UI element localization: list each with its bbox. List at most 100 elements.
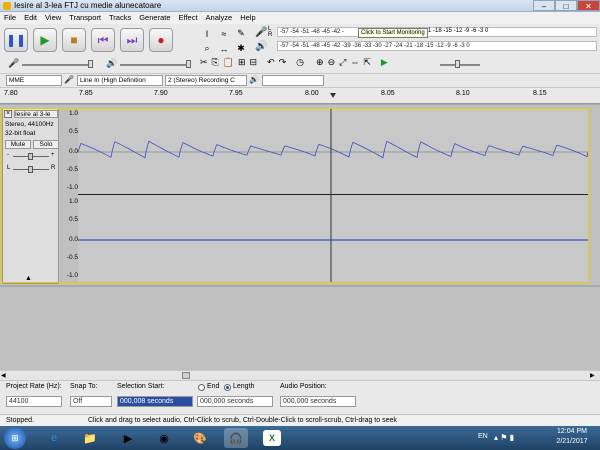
zoom-in-icon[interactable]: ⊕: [316, 57, 324, 68]
selection-start-field[interactable]: 000,008 seconds: [117, 396, 193, 407]
selection-toolbar: Project Rate (Hz): 44100 Snap To: Off Se…: [0, 380, 600, 414]
monitor-hint[interactable]: Click to Start Monitoring: [358, 28, 428, 38]
sync-lock-icon[interactable]: ◷: [296, 57, 304, 68]
paste-icon[interactable]: 📋: [223, 57, 234, 68]
timeshift-tool-icon[interactable]: ↔: [217, 42, 231, 55]
horizontal-scrollbar[interactable]: ◀ ▶: [0, 370, 600, 380]
menu-edit[interactable]: Edit: [20, 12, 41, 22]
solo-button[interactable]: Solo: [33, 140, 59, 149]
selection-length-field[interactable]: 000,000 seconds: [197, 396, 273, 407]
zoom-toggle-icon[interactable]: ⇱: [363, 57, 371, 68]
length-radio[interactable]: [224, 384, 231, 391]
pause-button[interactable]: ❚❚: [4, 28, 28, 52]
window-title: Iesire al 3-lea FTJ cu medie alunecatoar…: [14, 1, 162, 10]
audio-host-select[interactable]: MME: [6, 75, 62, 86]
microphone-icon[interactable]: 🎤: [255, 27, 267, 38]
ruler-tick-label: 8.10: [456, 90, 470, 97]
scroll-right-icon[interactable]: ▶: [590, 372, 595, 379]
output-device-select[interactable]: [262, 75, 324, 86]
paint-icon[interactable]: 🎨: [188, 428, 212, 448]
scroll-left-icon[interactable]: ◀: [1, 372, 6, 379]
fit-project-icon[interactable]: ⇔: [350, 57, 359, 68]
track-separator: [0, 285, 600, 287]
skip-start-button[interactable]: ⏮: [91, 28, 115, 52]
menu-help[interactable]: Help: [236, 12, 259, 22]
menu-transport[interactable]: Transport: [65, 12, 105, 22]
speaker-icon[interactable]: 🔊: [255, 41, 267, 52]
playback-speed-thumb[interactable]: [455, 60, 460, 68]
record-button[interactable]: ●: [149, 28, 173, 52]
trim-icon[interactable]: ⊞: [238, 57, 246, 68]
menu-view[interactable]: View: [41, 12, 65, 22]
media-player-icon[interactable]: ▶: [116, 428, 140, 448]
axis-bottom-label: 0.5: [68, 216, 78, 223]
end-radio[interactable]: [198, 384, 205, 391]
minimize-button[interactable]: –: [533, 0, 555, 11]
clock-date[interactable]: 2/21/2017: [552, 438, 592, 445]
input-channels-select[interactable]: 2 (Stereo) Recording C: [165, 75, 247, 86]
playback-speed-slider[interactable]: [440, 64, 480, 66]
close-button[interactable]: ✕: [577, 0, 600, 11]
tray-icons[interactable]: ▴ ⚑ ▮: [494, 433, 514, 442]
playback-meter[interactable]: -57 -54 -51 -48 -45 -42 -39 -36 -33 -30 …: [277, 41, 597, 51]
pan-slider-thumb[interactable]: [28, 166, 33, 173]
maximize-button[interactable]: □: [555, 0, 577, 11]
start-button[interactable]: ⊞: [4, 427, 26, 449]
zoom-tool-icon[interactable]: ⌕: [200, 42, 214, 55]
output-volume-slider[interactable]: [120, 64, 190, 66]
clock-time[interactable]: 12:04 PM: [552, 428, 592, 435]
excel-icon[interactable]: X: [263, 430, 281, 446]
internet-explorer-icon[interactable]: e: [42, 428, 66, 448]
playhead-marker[interactable]: [330, 93, 336, 98]
collapse-track-icon[interactable]: ▲: [25, 275, 32, 282]
gain-slider-thumb[interactable]: [28, 153, 33, 160]
windows-taskbar: ⊞ e 📁 ▶ ◉ 🎨 🎧 X EN ▴ ⚑ ▮ 12:04 PM 2/21/2…: [0, 426, 600, 450]
draw-tool-icon[interactable]: ✎: [234, 27, 248, 40]
waveform-svg: [77, 108, 589, 282]
scrollbar-thumb[interactable]: [182, 372, 190, 379]
project-rate-select[interactable]: 44100: [6, 396, 62, 407]
skip-end-button[interactable]: ⏭: [120, 28, 144, 52]
undo-icon[interactable]: ↶: [267, 57, 275, 68]
fit-selection-icon[interactable]: ⤢: [339, 57, 346, 68]
stop-button[interactable]: ■: [62, 28, 86, 52]
menu-effect[interactable]: Effect: [175, 12, 202, 22]
menu-generate[interactable]: Generate: [135, 12, 174, 22]
ruler-tick-label: 8.15: [533, 90, 547, 97]
chrome-icon[interactable]: ◉: [152, 428, 176, 448]
audacity-taskbar-icon[interactable]: 🎧: [224, 428, 248, 448]
audio-position-field[interactable]: 000,000 seconds: [280, 396, 356, 407]
redo-icon[interactable]: ↷: [279, 57, 287, 68]
silence-icon[interactable]: ⊟: [250, 57, 258, 68]
language-indicator[interactable]: EN: [478, 433, 488, 440]
snap-to-label: Snap To:: [70, 383, 98, 390]
playback-meter-scale: -57 -54 -51 -48 -45 -42 -39 -36 -33 -30 …: [280, 43, 470, 49]
timeline-ruler[interactable]: 7.80 7.85 7.90 7.95 8.00 8.05 8.10 8.15: [0, 88, 600, 104]
selection-tool-icon[interactable]: I: [200, 27, 214, 40]
waveform-area[interactable]: [77, 108, 589, 282]
input-volume-slider[interactable]: [22, 64, 92, 66]
play-at-speed-icon[interactable]: ▶: [381, 57, 388, 68]
output-volume-thumb[interactable]: [186, 60, 191, 68]
mute-button[interactable]: Mute: [5, 140, 31, 149]
menu-file[interactable]: File: [0, 12, 20, 22]
track-name-menu[interactable]: Iesire al 3-le: [14, 110, 58, 118]
copy-icon[interactable]: ⎘: [212, 57, 219, 68]
menu-analyze[interactable]: Analyze: [202, 12, 237, 22]
input-device-select[interactable]: Line In (High Definition: [77, 75, 163, 86]
play-button[interactable]: ▶: [33, 28, 57, 52]
file-explorer-icon[interactable]: 📁: [78, 428, 102, 448]
zoom-out-icon[interactable]: ⊖: [328, 57, 336, 68]
record-meter-scale: -57 -54 -51 -48 -45 -42 -: [280, 29, 345, 35]
track-bitdepth-info: 32-bit float: [5, 130, 36, 137]
meter-right-label: R: [268, 32, 273, 38]
envelope-tool-icon[interactable]: ≈: [217, 27, 231, 40]
ruler-tick-label: 7.90: [154, 90, 168, 97]
snap-to-select[interactable]: Off: [70, 396, 112, 407]
selection-start-label: Selection Start:: [117, 383, 165, 390]
input-volume-thumb[interactable]: [88, 60, 93, 68]
multi-tool-icon[interactable]: ✱: [234, 42, 248, 55]
cut-icon[interactable]: ✂: [200, 57, 208, 68]
track-close-button[interactable]: ×: [4, 110, 12, 118]
menu-tracks[interactable]: Tracks: [105, 12, 135, 22]
